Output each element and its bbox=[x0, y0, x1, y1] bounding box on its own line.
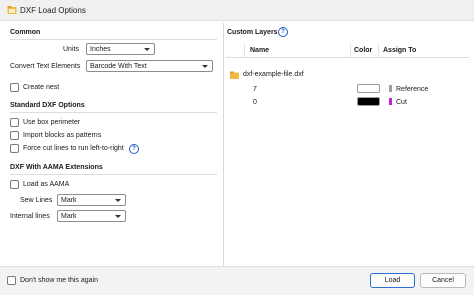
dialog-footer: Don't show me this again Load Cancel bbox=[0, 266, 474, 295]
internal-lines-label: Internal lines bbox=[10, 213, 50, 220]
app-icon bbox=[7, 6, 17, 14]
layer-name: 0 bbox=[253, 99, 257, 106]
convert-text-select[interactable]: Barcode With Text bbox=[86, 60, 213, 72]
load-aama-checkbox[interactable] bbox=[10, 180, 19, 189]
standard-separator bbox=[10, 112, 217, 113]
aama-separator bbox=[10, 174, 217, 175]
units-value: Inches bbox=[90, 46, 111, 53]
force-cut-label: Force cut lines to run left-to-right bbox=[23, 145, 124, 152]
help-icon[interactable]: ? bbox=[278, 27, 288, 37]
chevron-down-icon bbox=[202, 65, 208, 68]
column-assign-header[interactable]: Assign To bbox=[383, 47, 416, 54]
import-blocks-label: Import blocks as patterns bbox=[23, 132, 102, 139]
internal-lines-value: Mark bbox=[61, 213, 77, 220]
convert-text-label: Convert Text Elements bbox=[10, 63, 81, 70]
custom-layers-heading: Custom Layers bbox=[227, 29, 278, 36]
box-perimeter-checkbox[interactable] bbox=[10, 118, 19, 127]
units-label: Units bbox=[63, 46, 79, 53]
column-name-header[interactable]: Name bbox=[250, 47, 269, 54]
title-bar: DXF Load Options bbox=[0, 0, 474, 21]
convert-text-value: Barcode With Text bbox=[90, 63, 147, 70]
layer-file-name: dxf-example-file.dxf bbox=[243, 71, 304, 78]
box-perimeter-label: Use box perimeter bbox=[23, 119, 81, 126]
load-aama-label: Load as AAMA bbox=[23, 181, 70, 188]
layer-name: 7 bbox=[253, 86, 257, 93]
force-cut-checkbox[interactable] bbox=[10, 144, 19, 153]
layer-color-swatch[interactable] bbox=[357, 84, 380, 93]
units-select[interactable]: Inches bbox=[86, 43, 155, 55]
sew-lines-value: Mark bbox=[61, 197, 77, 204]
internal-lines-select[interactable]: Mark bbox=[57, 210, 126, 222]
assign-color-marker bbox=[389, 85, 392, 92]
help-icon[interactable]: ? bbox=[129, 144, 139, 154]
layer-color-swatch[interactable] bbox=[357, 97, 380, 106]
window-title: DXF Load Options bbox=[20, 6, 86, 15]
create-nest-checkbox[interactable] bbox=[10, 83, 19, 92]
column-separator bbox=[244, 44, 245, 57]
column-separator bbox=[378, 44, 379, 57]
common-separator bbox=[10, 39, 217, 40]
chevron-down-icon bbox=[115, 215, 121, 218]
import-blocks-checkbox[interactable] bbox=[10, 131, 19, 140]
standard-heading: Standard DXF Options bbox=[10, 102, 85, 109]
cancel-button[interactable]: Cancel bbox=[420, 273, 466, 288]
column-separator bbox=[350, 44, 351, 57]
create-nest-label: Create nest bbox=[23, 84, 60, 91]
load-button[interactable]: Load bbox=[370, 273, 415, 288]
panel-divider bbox=[223, 23, 224, 271]
dont-show-checkbox[interactable] bbox=[7, 276, 16, 285]
common-heading: Common bbox=[10, 29, 41, 36]
assign-color-marker bbox=[389, 98, 392, 105]
layer-assign[interactable]: Reference bbox=[396, 86, 428, 93]
sew-lines-select[interactable]: Mark bbox=[57, 194, 126, 206]
column-color-header[interactable]: Color bbox=[354, 47, 372, 54]
dont-show-label: Don't show me this again bbox=[20, 277, 98, 284]
layer-assign[interactable]: Cut bbox=[396, 99, 407, 106]
sew-lines-label: Sew Lines bbox=[20, 197, 53, 204]
folder-icon bbox=[230, 71, 239, 79]
chevron-down-icon bbox=[144, 48, 150, 51]
layers-table-header: Name Color Assign To bbox=[226, 44, 469, 58]
chevron-down-icon bbox=[115, 199, 121, 202]
aama-heading: DXF With AAMA Extensions bbox=[10, 164, 103, 171]
